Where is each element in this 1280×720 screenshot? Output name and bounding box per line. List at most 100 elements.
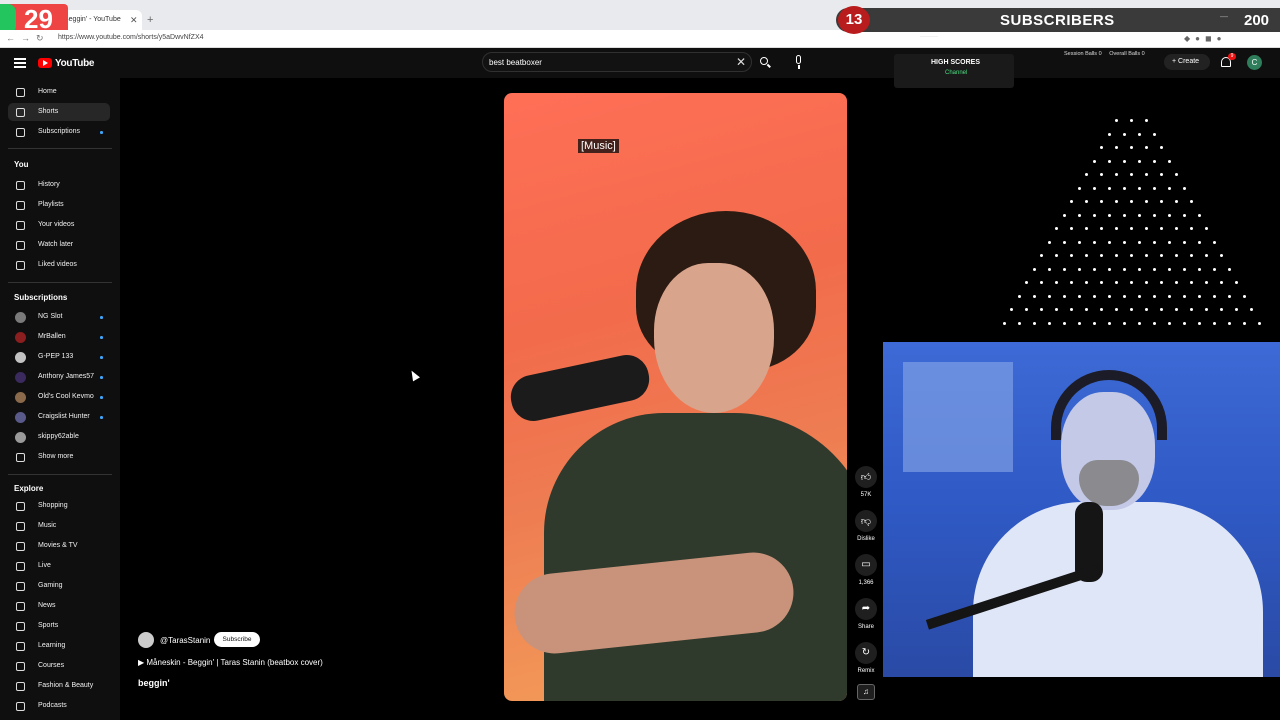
like-button[interactable]: 👍︎ 57K: [852, 466, 880, 498]
like-count: 57K: [860, 492, 872, 498]
minimize-icon: —: [1220, 12, 1228, 21]
menu-icon[interactable]: [14, 58, 26, 68]
plinko-peg: [1190, 308, 1193, 311]
plinko-peg: [1130, 254, 1133, 257]
plinko-peg: [1017, 321, 1021, 325]
search-icon[interactable]: [756, 54, 774, 72]
plinko-peg: [1062, 267, 1066, 271]
share-button[interactable]: ➦ Share: [852, 598, 880, 630]
plinko-peg: [1227, 321, 1231, 325]
search-query[interactable]: best beatboxer: [489, 58, 542, 67]
plinko-peg: [1100, 227, 1103, 230]
sidebar-item-news[interactable]: News: [8, 597, 110, 615]
plinko-peg: [1085, 227, 1088, 230]
sidebar-item-history[interactable]: History: [8, 176, 110, 194]
your-videos-icon: [16, 221, 25, 230]
sidebar-item-skippy62able[interactable]: skippy62able: [8, 428, 110, 446]
sidebar-item-liked-videos[interactable]: Liked videos: [8, 256, 110, 274]
new-tab-icon[interactable]: +: [147, 14, 153, 26]
sidebar-item-old-s-cool-kevmo[interactable]: Old's Cool Kevmo: [8, 388, 110, 406]
sidebar-item-label: Gaming: [38, 582, 63, 589]
sidebar-item-label: Watch later: [38, 241, 74, 248]
subscribe-button[interactable]: Subscribe: [214, 632, 260, 647]
sidebar-item-ng-slot[interactable]: NG Slot: [8, 308, 110, 326]
account-avatar[interactable]: C: [1247, 55, 1262, 70]
extension-icons[interactable]: ◆●◼●: [1184, 34, 1226, 43]
you-section-title[interactable]: You: [14, 160, 29, 169]
plinko-peg: [1242, 321, 1246, 325]
sidebar-item-watch-later[interactable]: Watch later: [8, 236, 110, 254]
plinko-peg: [1212, 240, 1216, 244]
sidebar-item-live[interactable]: Live: [8, 557, 110, 575]
remix-button[interactable]: ↻ Remix: [852, 642, 880, 674]
plinko-peg: [1122, 267, 1126, 271]
sidebar-item-gaming[interactable]: Gaming: [8, 577, 110, 595]
plinko-peg: [1122, 321, 1126, 325]
sidebar-item-playlists[interactable]: Playlists: [8, 196, 110, 214]
channel-name[interactable]: @TarasStanin: [160, 636, 210, 645]
plinko-peg: [1167, 321, 1171, 325]
plinko-peg: [1197, 267, 1201, 271]
tab-strip: Beggin' - YouTube ✕ +: [0, 8, 840, 30]
sidebar-item-show-more[interactable]: Show more: [8, 448, 110, 466]
logo-text: YouTube: [55, 57, 95, 69]
sidebar-item-learning[interactable]: Learning: [8, 637, 110, 655]
sidebar-item-subscriptions[interactable]: Subscriptions: [8, 123, 110, 141]
clear-search-icon[interactable]: ✕: [736, 55, 746, 69]
plinko-peg: [1182, 321, 1186, 325]
plinko-peg: [1152, 294, 1156, 298]
plinko-peg: [1115, 173, 1118, 176]
plinko-peg: [1040, 308, 1043, 311]
plinko-peg: [1145, 146, 1148, 149]
plinko-peg: [1160, 308, 1163, 311]
create-button[interactable]: + Create: [1164, 54, 1210, 70]
music-link[interactable]: ▶ Måneskin - Beggin' | Taras Stanin (bea…: [138, 658, 323, 667]
plinko-peg: [1070, 254, 1073, 257]
live-icon: [16, 562, 25, 571]
sidebar-item-mrballen[interactable]: MrBallen: [8, 328, 110, 346]
sidebar-item-movies-tv[interactable]: Movies & TV: [8, 537, 110, 555]
dislike-button[interactable]: 👎︎ Dislike: [852, 510, 880, 542]
sidebar-item-music[interactable]: Music: [8, 517, 110, 535]
short-video-player[interactable]: [504, 93, 847, 701]
sidebar-item-label: Fashion & Beauty: [38, 682, 94, 689]
plinko-peg: [1055, 281, 1058, 284]
plinko-peg: [1062, 294, 1066, 298]
sidebar-item-g-pep-133[interactable]: G-PEP 133: [8, 348, 110, 366]
sidebar-item-fashion-beauty[interactable]: Fashion & Beauty: [8, 677, 110, 695]
url-field[interactable]: https://www.youtube.com/shorts/y5aDwvNfZ…: [58, 34, 204, 41]
microphone-image: [506, 350, 654, 426]
nav-buttons-icon[interactable]: ←→↻: [6, 33, 50, 44]
sidebar-item-label: Subscriptions: [38, 128, 81, 135]
plinko-peg: [1077, 321, 1081, 325]
comments-button[interactable]: ▭ 1,366: [852, 554, 880, 586]
sidebar-item-sports[interactable]: Sports: [8, 617, 110, 635]
sidebar-item-anthony-james57[interactable]: Anthony James57: [8, 368, 110, 386]
plinko-peg: [1070, 200, 1073, 203]
sidebar-item-your-videos[interactable]: Your videos: [8, 216, 110, 234]
channel-avatar: [15, 312, 26, 323]
plinko-peg: [1160, 254, 1163, 257]
sidebar-item-podcasts[interactable]: Podcasts: [8, 697, 110, 715]
sidebar-item-home[interactable]: Home: [8, 83, 110, 101]
subscriptions-section-title[interactable]: Subscriptions: [14, 293, 67, 302]
music-icon: [16, 522, 25, 531]
sidebar-item-shorts[interactable]: Shorts: [8, 103, 110, 121]
plinko-peg: [1137, 294, 1141, 298]
voice-search-icon[interactable]: [790, 55, 808, 71]
plinko-peg: [1077, 213, 1081, 217]
shorts-icon: [16, 108, 25, 117]
sidebar-item-courses[interactable]: Courses: [8, 657, 110, 675]
explore-section-title[interactable]: Explore: [14, 484, 43, 493]
tab-close-icon[interactable]: ✕: [130, 15, 138, 26]
channel-avatar[interactable]: [138, 632, 154, 648]
short-title: beggin': [138, 678, 170, 688]
new-content-dot: [100, 416, 103, 419]
youtube-logo[interactable]: YouTube: [38, 56, 95, 70]
plinko-peg: [1205, 254, 1208, 257]
sidebar-item-shopping[interactable]: Shopping: [8, 497, 110, 515]
plinko-peg: [1130, 281, 1133, 284]
shopping-icon: [16, 502, 25, 511]
sidebar-item-craigslist-hunter[interactable]: Craigslist Hunter: [8, 408, 110, 426]
sound-button[interactable]: ♫: [852, 684, 880, 700]
